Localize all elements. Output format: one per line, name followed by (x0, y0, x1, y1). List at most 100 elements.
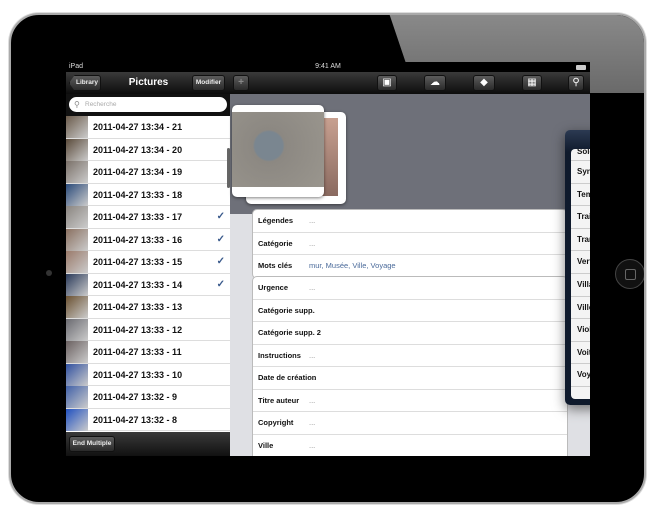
field-row[interactable]: Ville... (253, 435, 567, 457)
field-label: Titre auteur (258, 395, 300, 405)
keyword-item[interactable]: Voiture (571, 342, 590, 365)
battery-icon (576, 65, 586, 70)
keyword-item[interactable]: Synagogue (571, 161, 590, 184)
checkmark-icon: ✓ (216, 211, 225, 222)
keyword-item[interactable]: Temple (571, 184, 590, 207)
list-item[interactable]: 2011-04-27 13:33 - 10 (66, 363, 230, 386)
bottom-toolbar: End Multiple (66, 432, 230, 456)
fields-group-2: Urgence... Catégorie supp.... Catégorie su… (252, 276, 568, 456)
field-row[interactable]: Instructions... (253, 345, 567, 367)
field-label: Urgence (258, 283, 289, 292)
field-row[interactable]: Titre auteur... (253, 390, 567, 412)
field-row[interactable]: Légendes... (253, 210, 567, 233)
field-label: Catégorie supp. (258, 305, 315, 315)
checkmark-icon: ✓ (216, 278, 225, 290)
keywords-list[interactable]: SoleilSynagogueTempleTrainTransportsVert… (571, 149, 590, 399)
thumbnail (66, 318, 88, 341)
list-item[interactable]: 2011-04-27 13:34 - 20 (66, 138, 230, 161)
thumbnail (66, 296, 88, 318)
field-label: Date de création (258, 373, 317, 382)
library-back-button[interactable]: Library (69, 75, 101, 91)
list-item[interactable]: 2011-04-27 13:33 - 18 (66, 183, 230, 206)
list-item[interactable]: 2011-04-27 13:32 - 9 (66, 386, 230, 409)
thumbnail (66, 341, 88, 363)
checkmark-icon: ✓ (216, 256, 225, 267)
thumbnail (66, 138, 88, 161)
thumbnail (66, 408, 88, 431)
toolbar: Library Pictures Modifier + ▣ ☁ ◆ ▦ ⚲ (66, 72, 590, 94)
field-row[interactable]: Catégorie supp. 2... (253, 322, 567, 345)
keywords-popover: SoleilSynagogueTempleTrainTransportsVert… (565, 130, 590, 405)
home-button[interactable] (615, 259, 644, 289)
field-label: Catégorie (258, 238, 293, 248)
photo-header (230, 94, 590, 214)
checkmark-icon: ✓ (216, 233, 225, 245)
thumbnail (66, 116, 88, 138)
field-row[interactable]: Mots clés mur, Musée, Ville, Voyage (253, 255, 567, 278)
field-value: ... (309, 418, 316, 427)
detail-panel: Légendes... Catégorie... Mots clés mur, Mus… (230, 94, 590, 456)
page-title: Pictures (128, 77, 169, 88)
thumbnail (66, 386, 88, 408)
keyword-item[interactable]: Violet (571, 319, 590, 342)
photo-preview[interactable] (232, 105, 324, 197)
field-row[interactable]: Catégorie supp.... (253, 300, 567, 322)
calendar-icon[interactable]: ▦ (522, 75, 542, 91)
field-label: Instructions (258, 350, 301, 360)
home-icon (625, 269, 636, 280)
photo-folder-icon[interactable]: ▣ (377, 75, 397, 91)
field-label: Copyright (258, 418, 294, 427)
list-item[interactable]: 2011-04-27 13:33 - 16 ✓ (66, 228, 230, 251)
add-button[interactable]: + (233, 75, 249, 91)
field-value: ... (309, 283, 316, 292)
list-item[interactable]: 2011-04-27 13:33 - 15 ✓ (66, 251, 230, 274)
list-item[interactable]: 2011-04-27 13:33 - 11 (66, 341, 230, 364)
field-value: ... (309, 350, 316, 360)
field-label: Mots clés (258, 261, 293, 270)
thumbnail (66, 251, 88, 273)
keyword-item[interactable]: Ville✓ (571, 297, 590, 320)
thumbnail (66, 228, 88, 251)
field-value: mur, Musée, Ville, Voyage (309, 261, 396, 270)
field-label: Légendes (258, 216, 294, 225)
keyword-item[interactable]: Village (571, 274, 590, 297)
picture-list-panel: ⚲ Recherche 2011-04-27 13:34 - 21 2011-04-… (66, 94, 230, 456)
status-bar: iPad 9:41 AM (66, 62, 590, 72)
modifier-button[interactable]: Modifier (192, 75, 225, 91)
key-icon[interactable]: ⚲ (568, 75, 584, 91)
field-value: ... (309, 440, 316, 450)
cloud-upload-icon[interactable]: ☁ (424, 75, 446, 91)
keyword-item[interactable]: Transports (571, 229, 590, 252)
field-row[interactable]: Catégorie... (253, 233, 567, 255)
search-icon: ⚲ (74, 100, 80, 109)
search-input[interactable]: ⚲ Recherche (69, 97, 227, 112)
list-item[interactable]: 2011-04-27 13:34 - 19 (66, 161, 230, 184)
keyword-item[interactable]: Train (571, 206, 590, 229)
list-item[interactable]: 2011-04-27 13:33 - 17 ✓ (66, 206, 230, 229)
thumbnail (66, 273, 88, 296)
thumbnail (66, 363, 88, 386)
keyword-item[interactable]: Voyage✓ (571, 364, 590, 387)
field-row[interactable]: Urgence... (253, 277, 567, 300)
field-row[interactable]: Copyright... (253, 412, 567, 435)
keyword-item[interactable]: Vert (571, 251, 590, 274)
field-value: ... (309, 216, 316, 225)
field-row[interactable]: Date de création... (253, 367, 567, 390)
list-item[interactable]: 2011-04-27 13:32 - 8 (66, 408, 230, 431)
keyword-item[interactable]: Soleil (571, 149, 590, 161)
list-item[interactable]: 2011-04-27 13:33 - 13 (66, 296, 230, 319)
screen: iPad 9:41 AM Library Pictures Modifier +… (66, 62, 590, 456)
end-multiple-button[interactable]: End Multiple (69, 436, 115, 452)
field-value: ... (309, 373, 316, 382)
list-item[interactable]: 2011-04-27 13:34 - 21 (66, 116, 230, 139)
field-label: Ville (258, 440, 274, 450)
field-value: ... (309, 328, 316, 337)
list-item[interactable]: 2011-04-27 13:33 - 12 (66, 318, 230, 341)
field-value: ... (309, 395, 316, 405)
thumbnail (66, 206, 88, 228)
list-item[interactable]: 2011-04-27 13:33 - 14 ✓ (66, 273, 230, 296)
clock: 9:41 AM (315, 63, 341, 70)
field-value: ... (309, 305, 316, 315)
camera (46, 270, 52, 276)
tag-icon[interactable]: ◆ (473, 75, 495, 91)
